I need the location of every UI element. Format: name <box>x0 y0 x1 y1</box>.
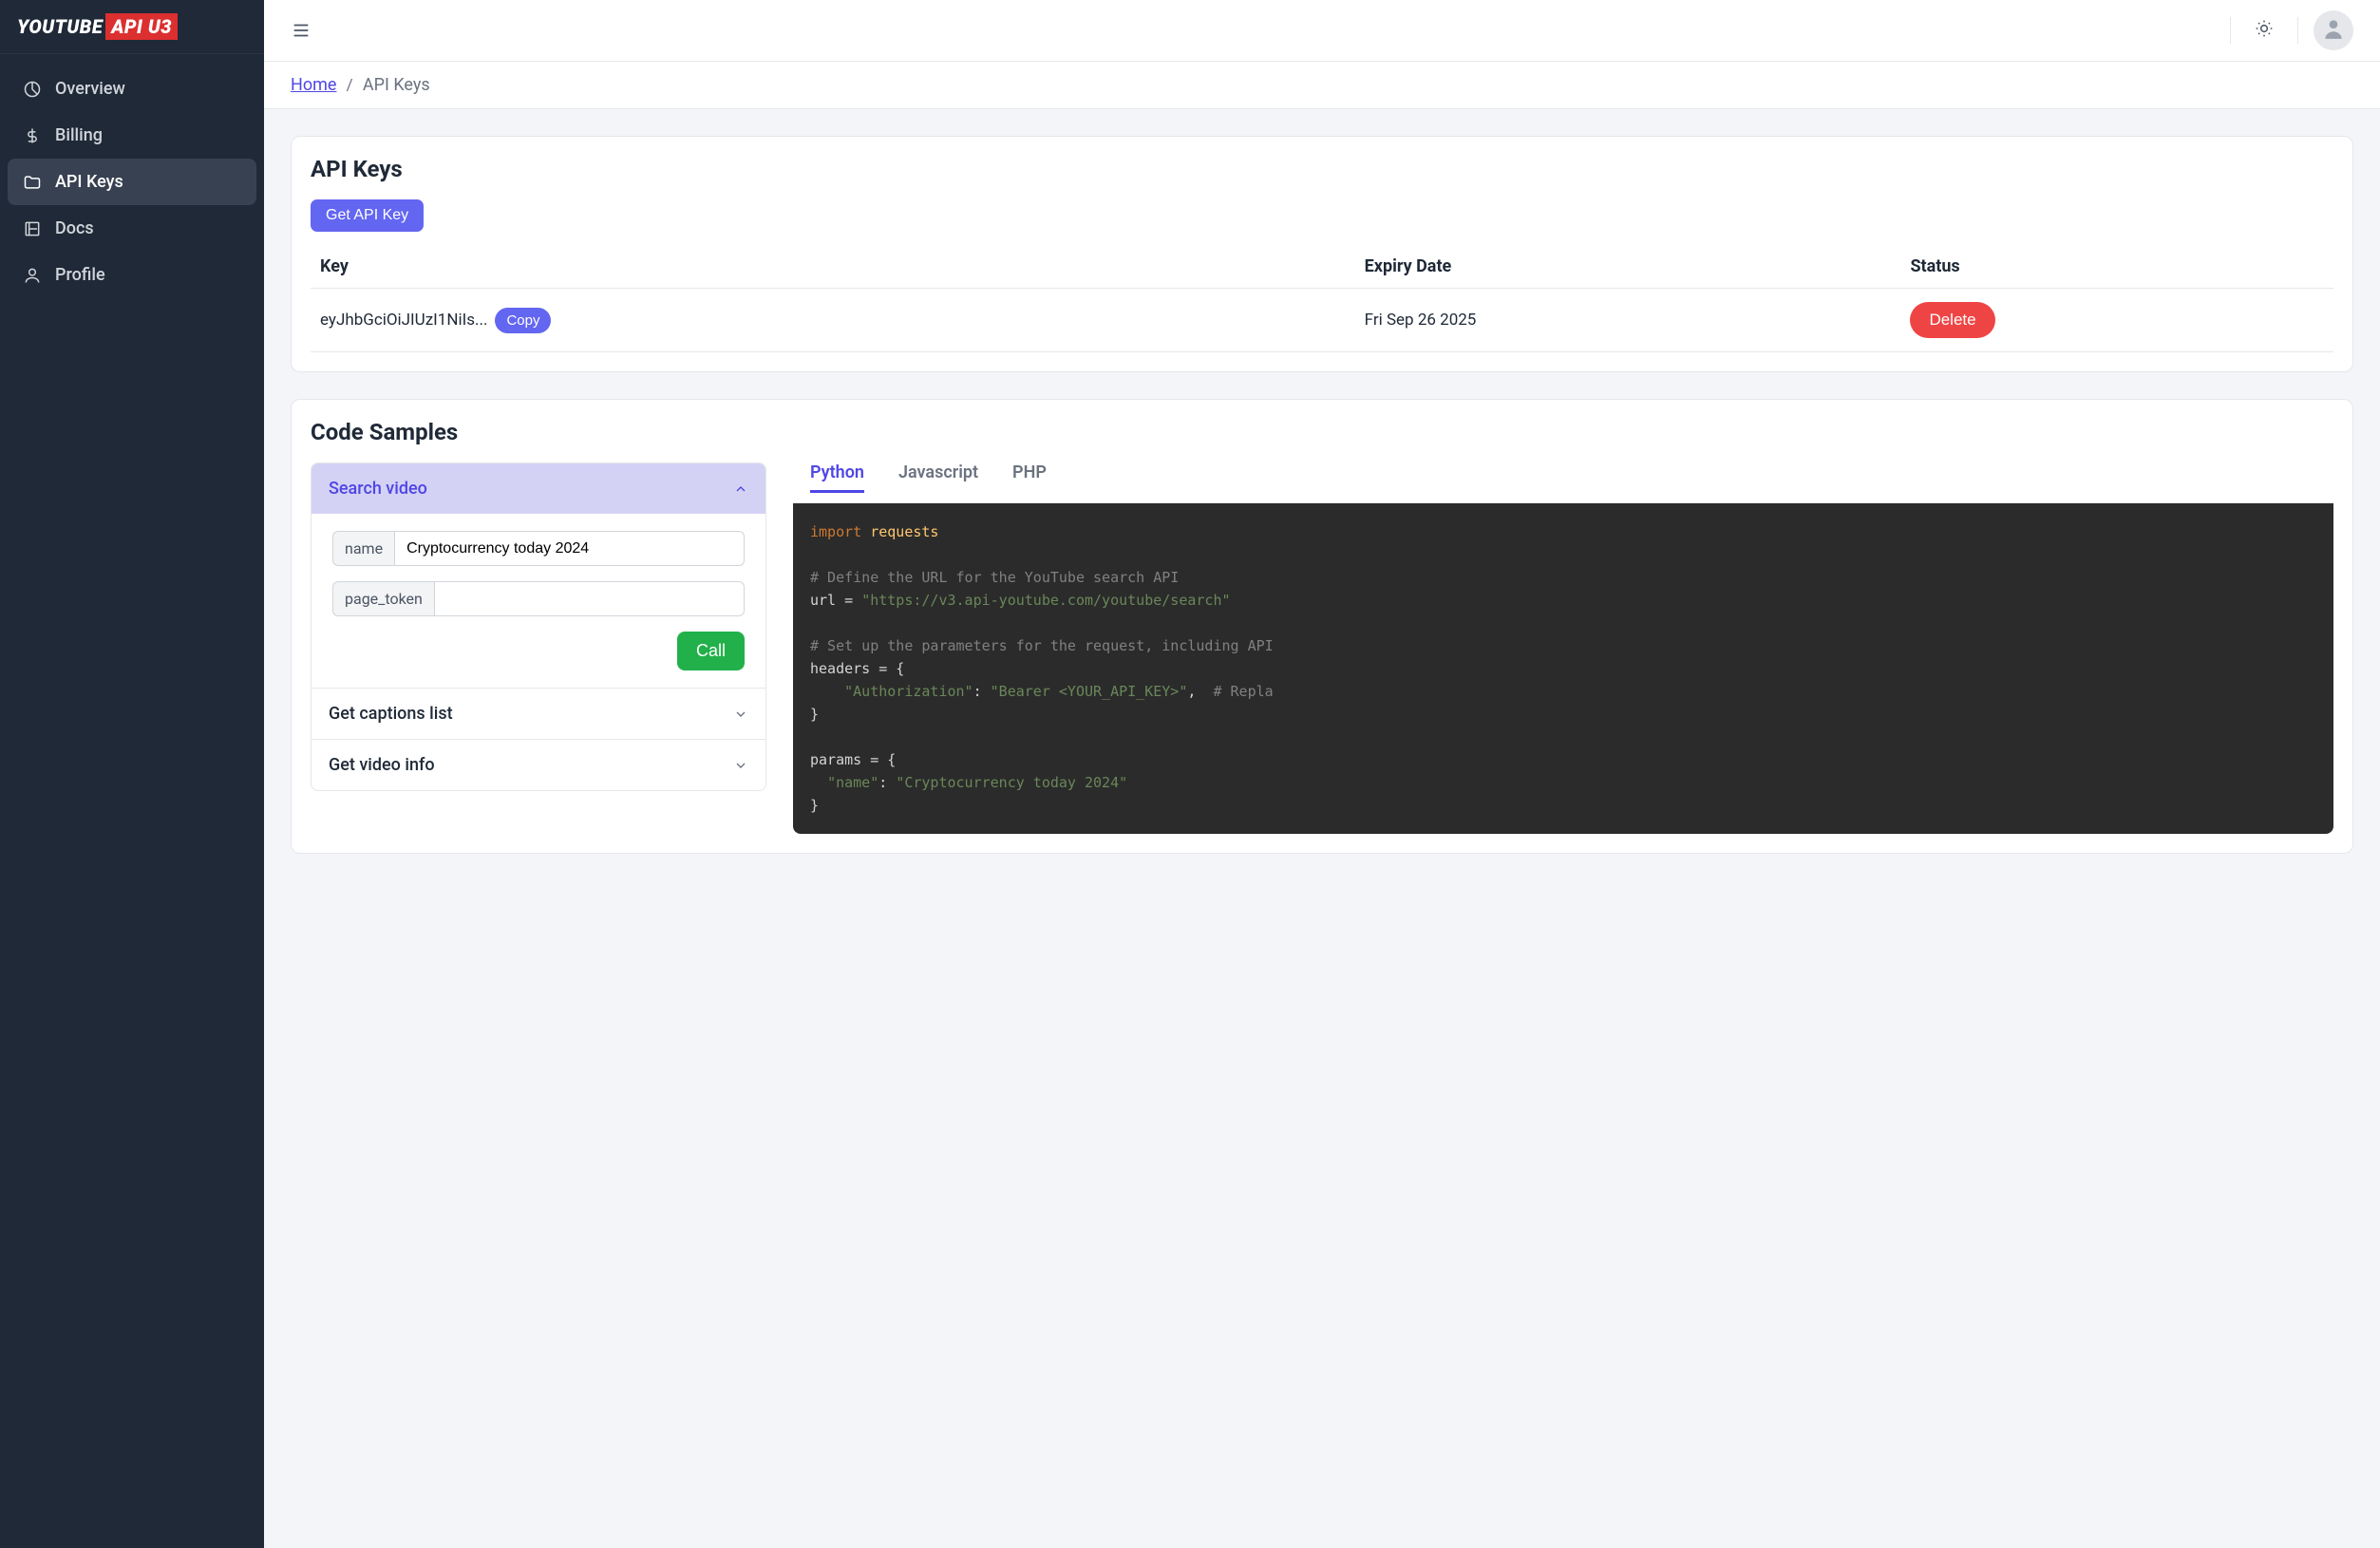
sidebar-item-label: Billing <box>55 125 103 145</box>
avatar-icon <box>2321 16 2346 46</box>
page-token-input[interactable] <box>434 581 745 616</box>
chevron-up-icon <box>733 481 748 497</box>
dollar-icon <box>23 126 42 145</box>
sidebar-item-billing[interactable]: Billing <box>8 112 256 159</box>
col-status: Status <box>1900 245 2333 289</box>
accordion-label: Get captions list <box>329 704 453 724</box>
expiry-value: Fri Sep 26 2025 <box>1355 289 1901 352</box>
field-label: page_token <box>332 581 434 616</box>
sidebar-item-profile[interactable]: Profile <box>8 252 256 298</box>
api-keys-title: API Keys <box>311 156 2333 182</box>
avatar[interactable] <box>2314 10 2353 50</box>
form-row-page-token: page_token <box>332 581 745 616</box>
sun-icon <box>2255 19 2274 43</box>
accordion-header[interactable]: Get video info <box>312 740 765 790</box>
sidebar-item-overview[interactable]: Overview <box>8 66 256 112</box>
user-icon <box>23 266 42 285</box>
table-row: eyJhbGciOiJIUzI1NiIs... Copy Fri Sep 26 … <box>311 289 2333 352</box>
folder-icon <box>23 173 42 192</box>
col-expiry: Expiry Date <box>1355 245 1901 289</box>
logo-text-1: YOUTUBE <box>17 15 103 38</box>
sidebar-item-label: Docs <box>55 218 94 238</box>
accordion-item-search-video: Search video name <box>312 463 765 689</box>
accordion-header[interactable]: Get captions list <box>312 689 765 739</box>
form-row-name: name <box>332 531 745 566</box>
topbar <box>264 0 2380 61</box>
code-panel: Python Javascript PHP import requests # … <box>793 463 2333 834</box>
key-value: eyJhbGciOiJIUzI1NiIs... <box>320 311 487 330</box>
tab-javascript[interactable]: Javascript <box>898 463 978 493</box>
call-button[interactable]: Call <box>677 632 745 670</box>
code-tabs: Python Javascript PHP <box>793 463 2333 503</box>
field-label: name <box>332 531 394 566</box>
api-keys-card: API Keys Get API Key Key Expiry Date Sta… <box>291 136 2353 372</box>
col-key: Key <box>311 245 1355 289</box>
tab-php[interactable]: PHP <box>1012 463 1047 493</box>
accordion-item-captions: Get captions list <box>312 689 765 740</box>
chevron-down-icon <box>733 758 748 773</box>
code-samples-card: Code Samples Search video <box>291 399 2353 854</box>
logo[interactable]: YOUTUBE API U3 <box>0 0 264 54</box>
breadcrumb-sep: / <box>347 76 353 95</box>
sidebar-item-label: Profile <box>55 265 105 285</box>
get-api-key-button[interactable]: Get API Key <box>311 199 424 232</box>
breadcrumb-home[interactable]: Home <box>291 75 336 95</box>
accordion-label: Get video info <box>329 755 435 775</box>
accordion-item-video-info: Get video info <box>312 740 765 790</box>
divider <box>2297 17 2298 44</box>
pie-icon <box>23 80 42 99</box>
logo-badge: API U3 <box>105 13 178 40</box>
sidebar-item-apikeys[interactable]: API Keys <box>8 159 256 205</box>
samples-accordion: Search video name <box>311 463 766 791</box>
book-icon <box>23 219 42 238</box>
breadcrumb-current: API Keys <box>363 75 430 95</box>
divider <box>2230 17 2231 44</box>
delete-button[interactable]: Delete <box>1910 302 1994 338</box>
sidebar-item-label: Overview <box>55 79 125 99</box>
code-block[interactable]: import requests # Define the URL for the… <box>793 503 2333 834</box>
breadcrumb: Home / API Keys <box>264 61 2380 109</box>
chevron-down-icon <box>733 707 748 722</box>
code-samples-title: Code Samples <box>311 419 2333 445</box>
sidebar-item-docs[interactable]: Docs <box>8 205 256 252</box>
accordion-body: name page_token Call <box>312 514 765 688</box>
main: Home / API Keys API Keys Get API Key Key… <box>264 0 2380 1548</box>
accordion-header[interactable]: Search video <box>312 463 765 514</box>
sidebar: YOUTUBE API U3 Overview Billing <box>0 0 264 1548</box>
name-input[interactable] <box>394 531 745 566</box>
api-keys-table: Key Expiry Date Status eyJhbGciOiJIUzI1N… <box>311 245 2333 352</box>
copy-button[interactable]: Copy <box>495 308 551 333</box>
hamburger-icon[interactable] <box>291 20 312 41</box>
accordion-label: Search video <box>329 479 427 499</box>
sidebar-nav: Overview Billing API Keys Docs <box>0 54 264 310</box>
tab-python[interactable]: Python <box>810 463 864 493</box>
content: API Keys Get API Key Key Expiry Date Sta… <box>264 109 2380 1548</box>
theme-toggle[interactable] <box>2246 12 2282 48</box>
sidebar-item-label: API Keys <box>55 172 123 192</box>
